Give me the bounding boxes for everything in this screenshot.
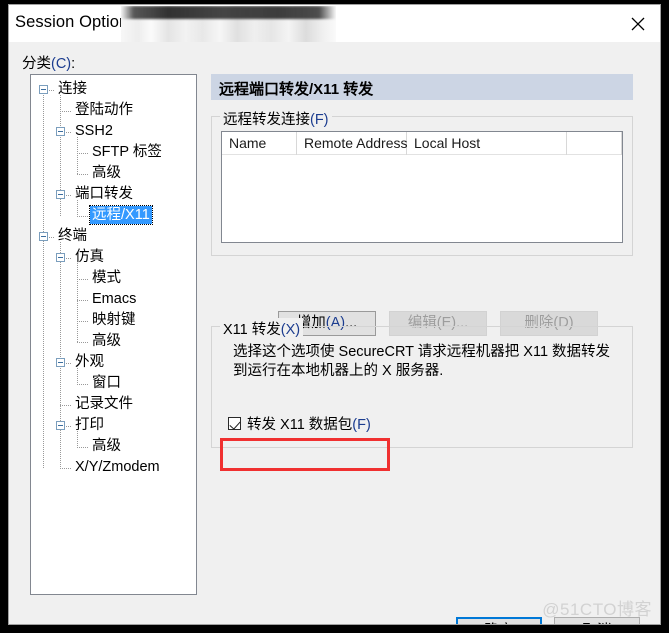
tree-guide-line	[77, 447, 88, 448]
tree-item-label: 登陆动作	[75, 102, 133, 118]
tree-item[interactable]: 登陆动作	[73, 100, 135, 121]
tree-item-label: 仿真	[75, 249, 104, 265]
tree-item[interactable]: 远程/X11	[89, 205, 153, 226]
title-bar: Session Options	[9, 5, 660, 42]
tree-item[interactable]: 高级	[90, 436, 123, 457]
column-header[interactable]: Remote Address	[297, 132, 408, 155]
tree-item[interactable]: 外观	[73, 352, 106, 373]
screenshot-root: Session Options 分类(C): 连接登陆动作 SSH2 SFTP 标签…	[0, 0, 669, 633]
tree-item-label: 窗口	[92, 375, 121, 391]
tree-item[interactable]: SSH2	[73, 121, 115, 142]
category-tree[interactable]: 连接 登陆动作 SSH2 SFTP 标签 高级 端口转发 远程/X11 终端 仿真 模式 Emacs…	[30, 74, 197, 595]
tree-guide-line	[43, 93, 44, 468]
tree-guide-line	[77, 321, 88, 322]
tree-guide-line	[77, 153, 88, 154]
tree-item[interactable]: 模式	[90, 268, 123, 289]
tree-guide-line	[60, 405, 71, 406]
close-icon[interactable]	[615, 5, 660, 41]
page-title-text: 远程端口转发/X11 转发	[219, 81, 374, 98]
tree-item[interactable]: 连接	[56, 79, 89, 100]
tree-expander-icon[interactable]	[56, 358, 65, 367]
ok-button[interactable]: 确定	[456, 617, 542, 624]
settings-pane: 远程端口转发/X11 转发 远程转发连接(F) Name Remote Addre…	[205, 74, 639, 494]
tree-item-label: 高级	[92, 165, 121, 181]
tree-item[interactable]: SFTP 标签	[90, 142, 164, 163]
tree-item[interactable]: 映射键	[90, 310, 138, 331]
category-label: 分类(C):	[22, 56, 76, 72]
tree-expander-icon[interactable]	[39, 85, 48, 94]
tree-guide-line	[77, 300, 88, 301]
tree-guide-line	[77, 384, 88, 385]
tree-item-label: 终端	[58, 228, 87, 244]
session-options-dialog: Session Options 分类(C): 连接登陆动作 SSH2 SFTP 标签…	[8, 4, 661, 625]
tree-item-label: 远程/X11	[89, 205, 153, 225]
tree-item-label: X/Y/Zmodem	[75, 459, 160, 475]
tree-expander-icon[interactable]	[56, 253, 65, 262]
tree-guide-line	[77, 216, 88, 217]
tree-expander-icon[interactable]	[56, 127, 65, 136]
column-header[interactable]: Name	[222, 132, 297, 155]
tree-item-label: 映射键	[92, 312, 136, 328]
tree-item-label: 端口转发	[75, 186, 133, 202]
tree-item[interactable]: 打印	[73, 415, 106, 436]
tree-guide-line	[77, 279, 88, 280]
tree-item-label: 打印	[75, 417, 104, 433]
tree-item[interactable]: 窗口	[90, 373, 123, 394]
tree-item[interactable]: X/Y/Zmodem	[73, 457, 162, 478]
tree-guide-line	[60, 111, 71, 112]
tree-item-label: SSH2	[75, 123, 113, 139]
x11-group-title: X11 转发(X)	[220, 318, 304, 339]
tree-item[interactable]: 高级	[90, 163, 123, 184]
tree-item[interactable]: 仿真	[73, 247, 106, 268]
remote-forwarding-group: 远程转发连接(F) Name Remote Address Local Host 增…	[211, 108, 633, 336]
tree-item[interactable]: 记录文件	[73, 394, 135, 415]
column-header[interactable]: Local Host	[407, 132, 567, 155]
forwarding-list-header: Name Remote Address Local Host	[222, 132, 622, 155]
tree-item-label: SFTP 标签	[92, 144, 162, 160]
tree-expander-icon[interactable]	[39, 232, 48, 241]
forward-x11-checkbox-label: 转发 X11 数据包(F)	[247, 416, 371, 433]
page-title: 远程端口转发/X11 转发	[211, 74, 633, 100]
checkbox-box[interactable]	[228, 416, 241, 430]
window-title: Session Options	[15, 13, 137, 31]
tree-guide-line	[77, 174, 88, 175]
x11-description: 选择这个选项使 SecureCRT 请求远程机器把 X11 数据转发到运行在本地…	[233, 344, 611, 379]
tree-guide-line	[60, 468, 71, 469]
tree-item-label: 连接	[58, 81, 87, 97]
tree-item-label: Emacs	[92, 291, 137, 307]
watermark: @51CTO博客	[542, 600, 652, 619]
forward-x11-checkbox[interactable]: 转发 X11 数据包(F)	[228, 413, 371, 433]
tree-guide-line	[60, 242, 61, 468]
x11-forwarding-group: X11 转发(X) 选择这个选项使 SecureCRT 请求远程机器把 X11 …	[211, 318, 633, 448]
tree-item-label: 模式	[92, 270, 121, 286]
tree-item[interactable]: 高级	[90, 331, 123, 352]
dialog-body: 分类(C): 连接 登陆动作 SSH2 SFTP 标签 高级 端口转发 远程/X11 终端 仿真…	[9, 42, 660, 624]
tree-item-label: 外观	[75, 354, 104, 370]
tree-guide-line	[77, 263, 78, 342]
forwarding-list[interactable]: Name Remote Address Local Host	[221, 131, 623, 243]
redaction-blur	[121, 6, 336, 42]
column-header[interactable]	[567, 132, 622, 155]
tree-item-label: 高级	[92, 438, 121, 454]
tree-item[interactable]: 端口转发	[73, 184, 135, 205]
tree-item-label: 记录文件	[75, 396, 133, 412]
tree-guide-line	[77, 342, 88, 343]
tree-expander-icon[interactable]	[56, 190, 65, 199]
remote-forwarding-group-title: 远程转发连接(F)	[220, 108, 332, 129]
tree-item[interactable]: 终端	[56, 226, 89, 247]
tree-expander-icon[interactable]	[56, 421, 65, 430]
tree-item-label: 高级	[92, 333, 121, 349]
tree-guide-line	[77, 137, 78, 174]
tree-item[interactable]: Emacs	[90, 289, 138, 310]
